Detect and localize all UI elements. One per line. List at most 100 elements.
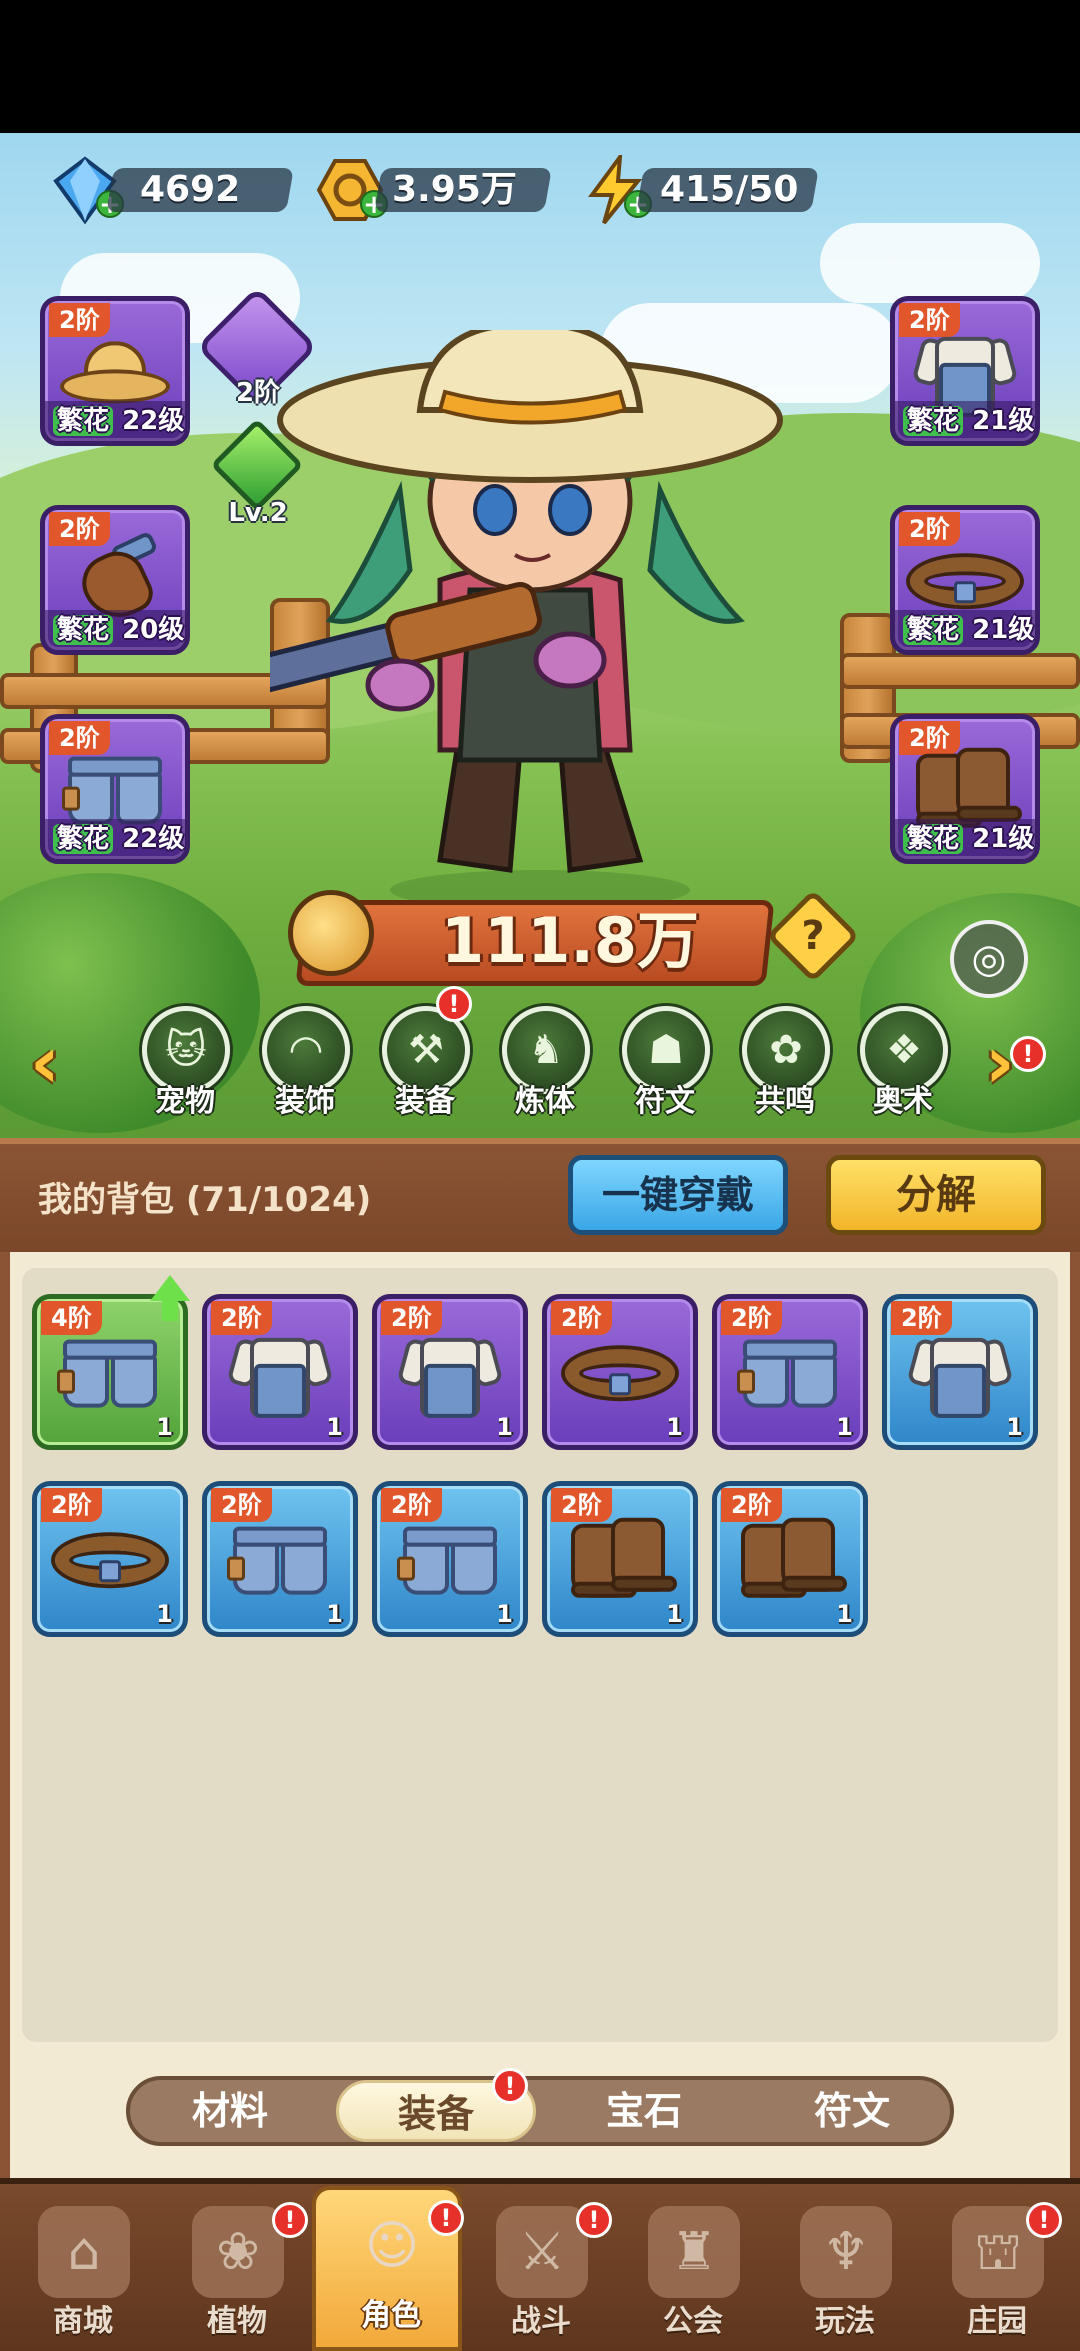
alert-badge: !: [428, 2200, 464, 2236]
alert-badge: !: [272, 2202, 308, 2238]
wear-all-button[interactable]: 一键穿戴: [568, 1155, 788, 1235]
item-count: 1: [666, 1600, 683, 1628]
function-label: 共鸣: [755, 1084, 815, 1119]
character-icon: ☺: [364, 2216, 420, 2276]
equip-slot-hat[interactable]: 2阶 繁花 22级: [40, 296, 190, 446]
inventory-item[interactable]: 2阶 1: [712, 1294, 868, 1450]
upgrade-arrow-icon: [150, 1275, 190, 1301]
inventory-item[interactable]: 2阶 1: [542, 1481, 698, 1637]
item-count: 1: [496, 1600, 513, 1628]
inventory-item[interactable]: 2阶 1: [372, 1294, 528, 1450]
nav-tab-guild[interactable]: ♜ 公会: [618, 2196, 768, 2346]
backpack-title: 我的背包 (71/1024): [38, 1180, 372, 1220]
tab-runes[interactable]: 符文: [752, 2080, 952, 2142]
item-count: 1: [496, 1413, 513, 1441]
item-count: 1: [836, 1600, 853, 1628]
nav-label: 商城: [53, 2304, 113, 2339]
diamond-value: 4692: [140, 169, 241, 210]
nav-label: 玩法: [815, 2304, 875, 2339]
function-resonance[interactable]: ✿ 共鸣: [730, 1006, 840, 1119]
function-equipment[interactable]: ⚒ 装备 !: [370, 986, 480, 1119]
alert-badge: !: [1026, 2202, 1062, 2238]
alert-badge: !: [492, 2068, 528, 2104]
slot-label: 繁花 21级: [903, 400, 1034, 437]
tier-badge: 2阶: [721, 1301, 782, 1335]
equip-slot-gloves[interactable]: 2阶 繁花 20级: [40, 505, 190, 655]
slot-label: 繁花 20级: [53, 609, 184, 646]
tier-badge: 2阶: [49, 303, 110, 337]
nav-next-arrow-icon[interactable]: ›: [985, 1020, 1015, 1104]
shirt-icon: [396, 1328, 504, 1420]
shorts-icon: [57, 1334, 163, 1414]
alert-badge: !: [436, 986, 472, 1022]
boots-icon: [567, 1517, 677, 1604]
nav-tab-character[interactable]: ☺ 角色 !: [312, 2186, 464, 2351]
tab-materials[interactable]: 材料: [130, 2080, 330, 2142]
function-label: 装饰: [275, 1084, 335, 1119]
equip-slot-boots[interactable]: 2阶 繁花 21级: [890, 714, 1040, 864]
slot-label: 繁花 21级: [903, 609, 1034, 646]
tier-badge: 2阶: [551, 1301, 612, 1335]
power-key-icon: [288, 890, 374, 976]
diamond-counter: 4692: [106, 168, 294, 212]
inventory-item[interactable]: 2阶 1: [882, 1294, 1038, 1450]
shorts-icon: [227, 1521, 333, 1601]
inventory-item[interactable]: 2阶 1: [202, 1294, 358, 1450]
equip-slot-belt[interactable]: 2阶 繁花 21级: [890, 505, 1040, 655]
nav-tab-battle[interactable]: ⚔ 战斗 !: [466, 2196, 616, 2346]
function-decoration[interactable]: ◠ 装饰: [250, 1006, 360, 1119]
nav-tab-plants[interactable]: ❀ 植物 !: [162, 2196, 312, 2346]
battle-icon: ⚔: [496, 2206, 588, 2298]
shirt-icon: [226, 1328, 334, 1420]
energy-value: 415/50: [660, 169, 799, 210]
tier-badge: 2阶: [899, 512, 960, 546]
character-avatar: [270, 330, 783, 910]
function-label: 装备: [395, 1084, 455, 1119]
nav-label: 战斗: [511, 2304, 571, 2339]
equip-slot-pants[interactable]: 2阶 繁花 22级: [40, 714, 190, 864]
cloud: [820, 223, 1040, 303]
nav-tab-shop[interactable]: ⌂ 商城: [8, 2196, 158, 2346]
function-rune[interactable]: ☗ 符文: [610, 1006, 720, 1119]
inventory-item[interactable]: 2阶 1: [32, 1481, 188, 1637]
inventory-item[interactable]: 2阶 1: [542, 1294, 698, 1450]
equip-slot-shirt[interactable]: 2阶 繁花 21级: [890, 296, 1040, 446]
boots-icon: [737, 1517, 847, 1604]
nav-tab-manor[interactable]: ⛫ 庄园 !: [922, 2196, 1072, 2346]
function-body-refine[interactable]: ♞ 炼体: [490, 1006, 600, 1119]
inventory-item[interactable]: 2阶 1: [712, 1481, 868, 1637]
nav-label: 角色: [361, 2298, 421, 2333]
nav-tab-gameplay[interactable]: ♆ 玩法: [770, 2196, 920, 2346]
function-pet[interactable]: 🐱 宠物: [130, 1006, 240, 1119]
shirt-icon: [906, 1328, 1014, 1420]
item-count: 1: [326, 1600, 343, 1628]
nav-label: 公会: [663, 2304, 723, 2339]
tier-badge: 2阶: [41, 1488, 102, 1522]
shop-icon: ⌂: [38, 2206, 130, 2298]
nav-prev-arrow-icon[interactable]: ‹: [30, 1020, 60, 1104]
item-count: 1: [836, 1413, 853, 1441]
shorts-icon: [737, 1334, 843, 1414]
nav-label: 庄园: [967, 2304, 1027, 2339]
function-label: 炼体: [515, 1084, 575, 1119]
inventory-item[interactable]: 2阶 1: [202, 1481, 358, 1637]
tab-gems[interactable]: 宝石: [544, 2080, 744, 2142]
hide-ui-eye-icon[interactable]: ◎: [950, 920, 1028, 998]
gold-counter: 3.95万: [374, 168, 552, 212]
shorts-icon: [397, 1521, 503, 1601]
item-count: 1: [1006, 1413, 1023, 1441]
slot-label: 繁花 21级: [903, 818, 1034, 855]
function-arcane[interactable]: ❖ 奥术: [848, 1006, 958, 1119]
belt-icon: [565, 1343, 675, 1403]
nav-label: 植物: [207, 2304, 267, 2339]
gameplay-icon: ♆: [800, 2206, 892, 2298]
item-count: 1: [326, 1413, 343, 1441]
question-mark-icon: ?: [801, 913, 825, 959]
slot-label: 繁花 22级: [53, 400, 184, 437]
inventory-item[interactable]: 2阶 1: [372, 1481, 528, 1637]
tier-badge: 2阶: [381, 1488, 442, 1522]
function-label: 奥术: [873, 1084, 933, 1119]
combat-power-value: 111.8万: [440, 904, 700, 977]
straw-hat-icon: [60, 337, 170, 407]
decompose-button[interactable]: 分解: [826, 1155, 1046, 1235]
